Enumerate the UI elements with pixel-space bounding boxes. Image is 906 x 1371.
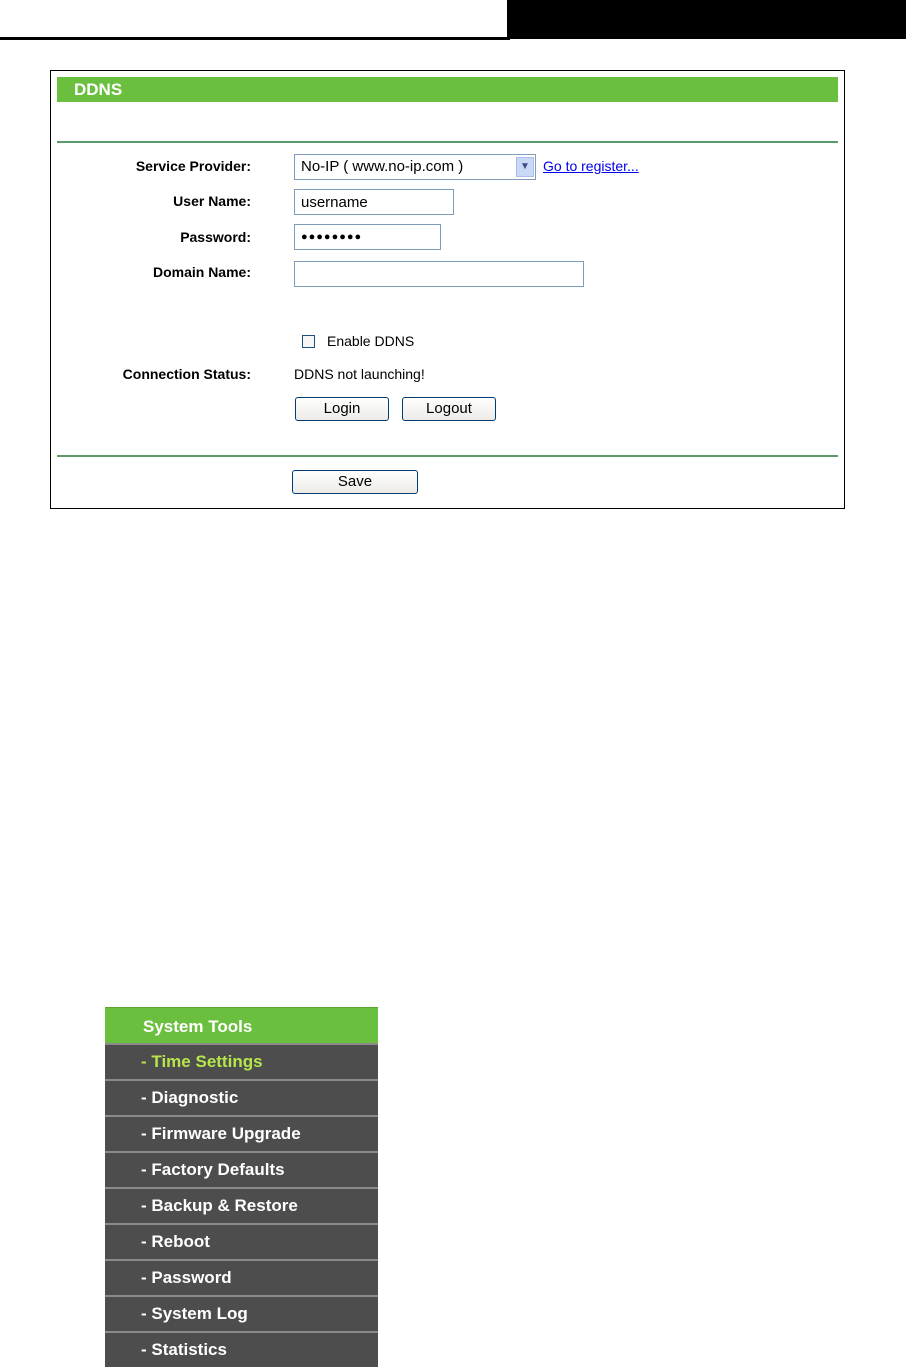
ddns-panel: DDNS Service Provider: No-IP ( www.no-ip… (50, 70, 845, 509)
login-button[interactable]: Login (295, 397, 389, 421)
user-name-label: User Name: (173, 193, 251, 209)
header-rule (0, 37, 510, 40)
menu-item-system-log[interactable]: - System Log (105, 1295, 378, 1331)
logout-button[interactable]: Logout (402, 397, 496, 421)
service-provider-label: Service Provider: (135, 158, 251, 174)
menu-item-password[interactable]: - Password (105, 1259, 378, 1295)
menu-item-factory-defaults[interactable]: - Factory Defaults (105, 1151, 378, 1187)
password-input[interactable]: ●●●●●●●● (294, 224, 441, 250)
menu-item-reboot[interactable]: - Reboot (105, 1223, 378, 1259)
service-provider-value: No-IP ( www.no-ip.com ) (301, 158, 464, 175)
system-tools-menu: System Tools - Time Settings - Diagnosti… (105, 1007, 378, 1367)
domain-name-input[interactable] (294, 261, 584, 287)
user-name-input[interactable] (294, 189, 454, 215)
panel-title: DDNS (57, 77, 838, 102)
service-provider-select[interactable]: No-IP ( www.no-ip.com ) ▼ (294, 154, 536, 180)
domain-name-label: Domain Name: (152, 264, 251, 280)
divider-bottom (57, 455, 838, 457)
menu-item-firmware-upgrade[interactable]: - Firmware Upgrade (105, 1115, 378, 1151)
connection-status-label: Connection Status: (122, 366, 251, 382)
chevron-down-icon[interactable]: ▼ (516, 157, 534, 177)
enable-ddns-label: Enable DDNS (327, 333, 415, 349)
menu-header-system-tools[interactable]: System Tools (105, 1007, 378, 1043)
menu-item-time-settings[interactable]: - Time Settings (105, 1043, 378, 1079)
header-block (507, 0, 906, 39)
register-link[interactable]: Go to register... (543, 158, 639, 174)
menu-item-diagnostic[interactable]: - Diagnostic (105, 1079, 378, 1115)
divider-top (57, 141, 838, 143)
menu-item-backup-restore[interactable]: - Backup & Restore (105, 1187, 378, 1223)
save-button[interactable]: Save (292, 470, 418, 494)
password-label: Password: (180, 229, 251, 245)
enable-ddns-checkbox[interactable] (302, 335, 315, 348)
menu-item-statistics[interactable]: - Statistics (105, 1331, 378, 1367)
connection-status-value: DDNS not launching! (294, 366, 425, 382)
